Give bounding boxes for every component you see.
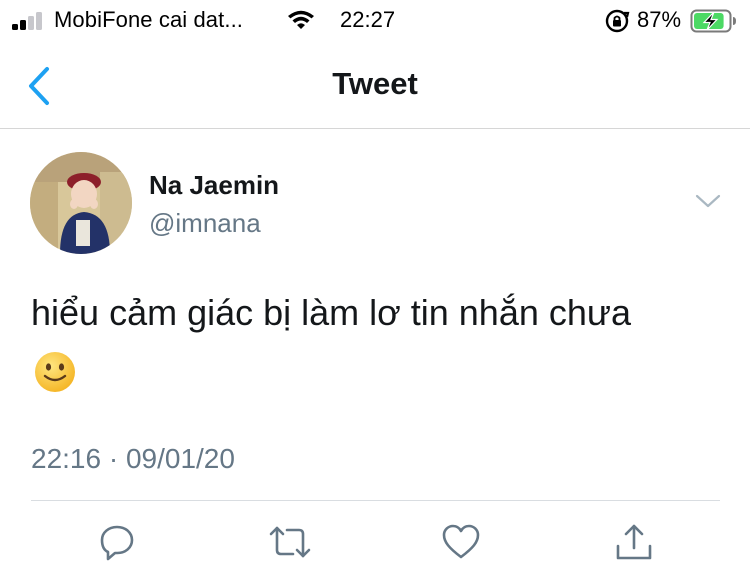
share-icon[interactable] — [614, 522, 654, 562]
retweet-icon[interactable] — [267, 522, 313, 562]
carrier-name: MobiFone cai dat... — [54, 7, 243, 32]
tweet-timestamp: 22:16 · 09/01/20 — [31, 443, 235, 474]
rotation-lock-icon — [605, 9, 630, 33]
divider — [31, 500, 720, 501]
status-time: 22:27 — [340, 7, 396, 32]
chevron-down-icon[interactable] — [694, 192, 722, 210]
battery-charging-icon — [690, 9, 736, 33]
status-bar: MobiFone cai dat... 22:27 87% — [0, 0, 750, 40]
slightly-smiling-face-icon — [35, 352, 75, 392]
author-name[interactable]: Na Jaemin — [149, 170, 279, 201]
tweet-text: hiểu cảm giác bị làm lơ tin nhắn chưa — [31, 292, 632, 333]
nav-bar: Tweet — [0, 44, 750, 129]
reply-icon[interactable] — [97, 522, 137, 562]
page-title: Tweet — [332, 66, 418, 101]
avatar[interactable] — [30, 152, 132, 254]
author-handle[interactable]: @imnana — [149, 208, 261, 239]
wifi-icon — [288, 10, 314, 29]
cellular-signal-icon — [12, 10, 48, 30]
like-icon[interactable] — [441, 522, 481, 562]
battery-percent: 87% — [637, 7, 682, 32]
